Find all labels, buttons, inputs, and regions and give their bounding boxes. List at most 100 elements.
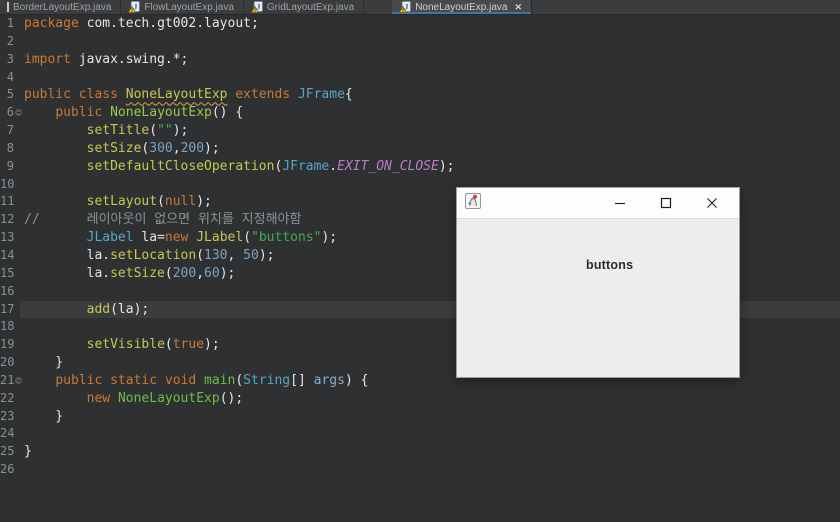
line-number[interactable]: 1 <box>0 15 14 33</box>
code-text[interactable]: setTitle(""); <box>20 122 840 140</box>
line-number[interactable]: 4 <box>0 69 14 87</box>
buttons-label: buttons <box>586 258 634 272</box>
fold-column <box>14 336 20 354</box>
line-number[interactable]: 17 <box>0 301 14 319</box>
line-number[interactable]: 11 <box>0 193 14 211</box>
fold-column <box>14 176 20 194</box>
code-line-8: 8 setSize(300,200); <box>0 140 840 158</box>
java-file-warning-icon: J <box>128 1 141 13</box>
code-line-22: 22 new NoneLayoutExp(); <box>0 390 840 408</box>
line-number[interactable]: 14 <box>0 247 14 265</box>
minimize-button[interactable] <box>597 188 643 218</box>
tab-flowlayoutexp-java[interactable]: J FlowLayoutExp.java <box>121 0 244 14</box>
code-text[interactable]: public NoneLayoutExp() { <box>20 104 840 122</box>
line-number[interactable]: 19 <box>0 336 14 354</box>
line-number[interactable]: 26 <box>0 461 14 479</box>
tab-borderlayoutexp-java[interactable]: BorderLayoutExp.java <box>0 0 122 14</box>
code-text[interactable]: setDefaultCloseOperation(JFrame.EXIT_ON_… <box>20 158 840 176</box>
code-line-23: 23 } <box>0 408 840 426</box>
code-line-7: 7 setTitle(""); <box>0 122 840 140</box>
close-icon <box>707 198 717 208</box>
line-number[interactable]: 23 <box>0 408 14 426</box>
line-number[interactable]: 5 <box>0 86 14 104</box>
swing-app-window: buttons <box>456 187 740 378</box>
close-button[interactable] <box>689 188 735 218</box>
code-text[interactable]: public class NoneLayoutExp extends JFram… <box>20 86 840 104</box>
line-number[interactable]: 9 <box>0 158 14 176</box>
window-titlebar[interactable] <box>457 188 739 219</box>
fold-column <box>14 443 20 461</box>
line-number[interactable]: 2 <box>0 33 14 51</box>
fold-column <box>14 69 20 87</box>
fold-column <box>14 461 20 479</box>
code-line-24: 24 <box>0 425 840 443</box>
code-line-26: 26 <box>0 461 840 479</box>
code-text[interactable] <box>20 33 840 51</box>
code-line-4: 4 <box>0 69 840 87</box>
code-text[interactable]: } <box>20 408 840 426</box>
line-number[interactable]: 16 <box>0 283 14 301</box>
fold-column <box>14 229 20 247</box>
code-text[interactable]: } <box>20 443 840 461</box>
line-number[interactable]: 6 <box>0 104 14 122</box>
line-number[interactable]: 7 <box>0 122 14 140</box>
tab-bar-gap <box>364 0 392 14</box>
java-duke-icon <box>465 193 481 209</box>
line-number[interactable]: 8 <box>0 140 14 158</box>
code-line-3: 3 import javax.swing.*; <box>0 51 840 69</box>
code-text[interactable]: setSize(300,200); <box>20 140 840 158</box>
line-number[interactable]: 25 <box>0 443 14 461</box>
line-number[interactable]: 13 <box>0 229 14 247</box>
tab-bar: BorderLayoutExp.java J FlowLayoutExp.jav… <box>0 0 840 15</box>
code-line-25: 25} <box>0 443 840 461</box>
line-number[interactable]: 20 <box>0 354 14 372</box>
fold-column <box>14 193 20 211</box>
code-line-2: 2 <box>0 33 840 51</box>
tab-label: GridLayoutExp.java <box>266 1 355 13</box>
fold-column <box>14 33 20 51</box>
fold-column <box>14 265 20 283</box>
code-text[interactable] <box>20 425 840 443</box>
tab-close-icon[interactable]: ✕ <box>514 2 522 12</box>
fold-column <box>14 86 20 104</box>
code-text[interactable]: package com.tech.gt002.layout; <box>20 15 840 33</box>
line-number[interactable]: 18 <box>0 318 14 336</box>
line-number[interactable]: 3 <box>0 51 14 69</box>
line-number[interactable]: 24 <box>0 425 14 443</box>
line-number[interactable]: 15 <box>0 265 14 283</box>
fold-column <box>14 318 20 336</box>
code-text[interactable] <box>20 69 840 87</box>
tab-label: FlowLayoutExp.java <box>144 1 234 13</box>
fold-column <box>14 51 20 69</box>
maximize-icon <box>660 197 672 209</box>
fold-column <box>14 425 20 443</box>
fold-column <box>14 247 20 265</box>
tab-nonelayoutexp-java[interactable]: J NoneLayoutExp.java ✕ <box>392 0 533 14</box>
fold-column <box>14 301 20 319</box>
window-controls <box>597 188 739 218</box>
code-line-1: 1 package com.tech.gt002.layout; <box>0 15 840 33</box>
fold-column <box>14 408 20 426</box>
line-number[interactable]: 21 <box>0 372 14 390</box>
ide-screen: BorderLayoutExp.java J FlowLayoutExp.jav… <box>0 0 840 522</box>
fold-column <box>14 354 20 372</box>
line-number[interactable]: 12 <box>0 211 14 229</box>
java-file-warning-icon: J <box>250 1 263 13</box>
code-line-5: 5 public class NoneLayoutExp extends JFra… <box>0 86 840 104</box>
code-text[interactable] <box>20 461 840 479</box>
code-text[interactable]: import javax.swing.*; <box>20 51 840 69</box>
code-line-9: 9 setDefaultCloseOperation(JFrame.EXIT_O… <box>0 158 840 176</box>
fold-column <box>14 211 20 229</box>
fold-column <box>14 15 20 33</box>
fold-column <box>14 140 20 158</box>
code-text[interactable]: new NoneLayoutExp(); <box>20 390 840 408</box>
tab-label: NoneLayoutExp.java <box>415 1 508 13</box>
fold-column <box>14 104 22 122</box>
maximize-button[interactable] <box>643 188 689 218</box>
tab-gridlayoutexp-java[interactable]: J GridLayoutExp.java <box>244 0 365 14</box>
fold-marker-icon[interactable] <box>15 376 22 384</box>
line-number[interactable]: 22 <box>0 390 14 408</box>
line-number[interactable]: 10 <box>0 176 14 194</box>
fold-column <box>14 283 20 301</box>
window-content: buttons <box>457 219 739 378</box>
